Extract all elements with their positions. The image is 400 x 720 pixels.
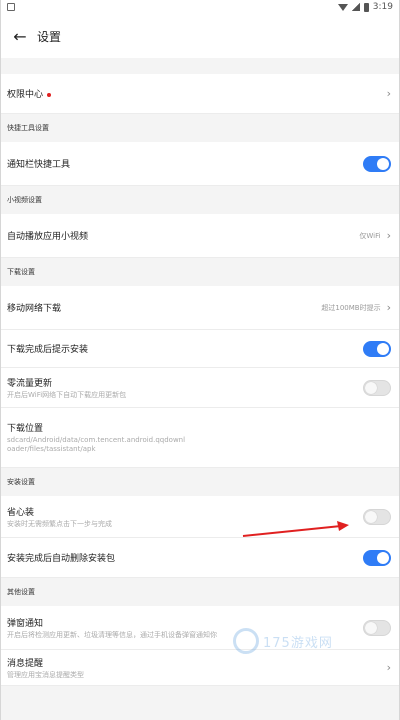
- row-popup-notify[interactable]: 弹窗通知 开启后将检测应用更新、垃圾清理等信息，通过手机设备弹窗通知你: [1, 606, 399, 650]
- mobile-download-value: 超过100MB时提示: [321, 303, 381, 312]
- notify-quick-tool-label: 通知栏快捷工具: [7, 160, 71, 170]
- watermark-logo-icon: [233, 628, 259, 654]
- signal-icon: [351, 3, 360, 11]
- page-title: 设置: [37, 29, 62, 44]
- message-reminder-sub: 管理应用宝消息提醒类型: [7, 670, 84, 679]
- watermark: 175游戏网: [233, 628, 333, 654]
- permission-center-label: 权限中心: [7, 90, 44, 100]
- row-easy-install[interactable]: 省心装 安装时无需频繁点击下一步与完成: [1, 496, 399, 538]
- row-message-reminder[interactable]: 消息提醒 管理应用宝消息提醒类型 ›: [1, 650, 399, 686]
- install-prompt-toggle[interactable]: [363, 340, 391, 357]
- download-location-label: 下载位置: [7, 424, 44, 434]
- notify-quick-tool-toggle[interactable]: [363, 155, 391, 172]
- row-autoplay-video[interactable]: 自动播放应用小视频 仅WiFi ›: [1, 214, 399, 258]
- watermark-text: 175游戏网: [263, 635, 333, 651]
- popup-notify-label: 弹窗通知: [7, 618, 44, 629]
- section-install: 安装设置: [1, 468, 399, 496]
- zero-traffic-sub: 开启后WiFi网络下自动下载应用更新包: [7, 390, 127, 399]
- status-bar: 3:19: [1, 0, 399, 14]
- status-time: 3:19: [372, 2, 393, 12]
- notification-icon: [7, 3, 15, 11]
- chevron-right-icon: ›: [386, 661, 391, 674]
- popup-notify-toggle[interactable]: [363, 619, 391, 636]
- auto-delete-label: 安装完成后自动删除安装包: [7, 554, 116, 564]
- download-location-path: sdcard/Android/data/com.tencent.android.…: [7, 436, 186, 453]
- zero-traffic-label: 零流量更新: [7, 378, 53, 389]
- settings-screen: 3:19 ← 设置 权限中心 › 快捷工具设置 通知栏快捷工具 小视频设置 自动…: [0, 0, 400, 720]
- zero-traffic-toggle[interactable]: [363, 379, 391, 396]
- row-notify-quick-tool[interactable]: 通知栏快捷工具: [1, 142, 399, 186]
- chevron-right-icon: ›: [386, 87, 391, 100]
- chevron-right-icon: ›: [386, 229, 391, 242]
- autoplay-video-label: 自动播放应用小视频: [7, 232, 89, 242]
- back-arrow-icon[interactable]: ←: [9, 25, 31, 47]
- section-download: 下载设置: [1, 258, 399, 286]
- row-mobile-download[interactable]: 移动网络下载 超过100MB时提示 ›: [1, 286, 399, 330]
- section-short-video: 小视频设置: [1, 186, 399, 214]
- app-bar: ← 设置: [1, 14, 399, 58]
- auto-delete-toggle[interactable]: [363, 549, 391, 566]
- wifi-icon: [337, 3, 348, 11]
- row-download-location[interactable]: 下载位置 sdcard/Android/data/com.tencent.and…: [1, 408, 399, 468]
- easy-install-label: 省心装: [7, 507, 35, 518]
- popup-notify-sub: 开启后将检测应用更新、垃圾清理等信息，通过手机设备弹窗通知你: [7, 630, 217, 639]
- red-dot-badge: [47, 92, 52, 97]
- section-quick-tools: 快捷工具设置: [1, 114, 399, 142]
- easy-install-toggle[interactable]: [363, 508, 391, 525]
- chevron-right-icon: ›: [386, 301, 391, 314]
- row-zero-traffic[interactable]: 零流量更新 开启后WiFi网络下自动下载应用更新包: [1, 368, 399, 408]
- row-install-prompt[interactable]: 下载完成后提示安装: [1, 330, 399, 368]
- autoplay-video-value: 仅WiFi: [359, 231, 381, 240]
- row-auto-delete[interactable]: 安装完成后自动删除安装包: [1, 538, 399, 578]
- mobile-download-label: 移动网络下载: [7, 304, 62, 314]
- row-permission-center[interactable]: 权限中心 ›: [1, 74, 399, 114]
- message-reminder-label: 消息提醒: [7, 658, 44, 669]
- section-other: 其他设置: [1, 578, 399, 606]
- install-prompt-label: 下载完成后提示安装: [7, 345, 89, 355]
- battery-icon: [363, 2, 369, 12]
- easy-install-sub: 安装时无需频繁点击下一步与完成: [7, 519, 112, 528]
